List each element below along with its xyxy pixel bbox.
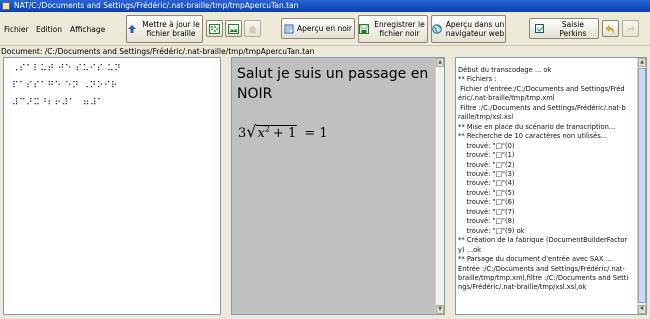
image-icon: [228, 23, 239, 34]
black-preview-text: Salut je suis un passage en NOIR: [237, 66, 429, 102]
braille-tool-button[interactable]: [206, 20, 223, 37]
log-line: trouvé: "□"(4): [458, 179, 515, 188]
perkins-checkbox[interactable]: [535, 24, 544, 33]
undo-button[interactable]: [602, 20, 619, 37]
preview-black-label: Aperçu en noir: [297, 24, 352, 33]
log-line: Entrée :/C:/Documents and Settings/Frédé…: [458, 264, 625, 273]
perkins-toggle[interactable]: Saisie Perkins: [529, 18, 599, 39]
log-line: trouvé: "□"(0): [458, 141, 515, 150]
formula-exponent: 2: [264, 124, 270, 134]
globe-icon: [432, 24, 442, 34]
update-braille-button[interactable]: Mettre à jour le fichier braille: [126, 15, 203, 43]
home-icon: [248, 25, 257, 33]
window-title: NAT/C:/Documents and Settings/Frédéric/.…: [14, 1, 299, 10]
log-pane[interactable]: Début du transcodage ... ok ** Fichiers :…: [455, 57, 647, 315]
save-icon: [359, 24, 369, 34]
log-line: trouvé: "□"(1): [458, 151, 515, 160]
preview-black-button[interactable]: Aperçu en noir: [281, 18, 355, 39]
log-line: Début du transcodage ... ok: [458, 66, 552, 74]
black-preview-pane[interactable]: Salut je suis un passage en NOIR 3√x2 + 1…: [231, 57, 445, 315]
braille-text[interactable]: ⠠⠎⠁⠇⠥⠞ ⠚⠑ ⠎⠥⠊⠎ ⠥⠝ ⠏⠁⠎⠎⠁⠛⠑ ⠑⠝ ⠠⠝⠕⠊⠗ ⠼⠉⠜⠭⠘…: [12, 64, 121, 109]
log-line: trouvé: "□"(8): [458, 217, 515, 226]
log-line: raille/tmp/xsl.xsl: [458, 113, 514, 122]
sqrt-radical-icon: √: [246, 122, 257, 141]
log-line: ** Parsage du document d'entrée avec SAX…: [458, 255, 612, 264]
formula-equals: = 1: [304, 126, 328, 141]
log-line: trouvé: "□"(9) ok: [458, 226, 525, 235]
scroll-down-arrow[interactable]: ▼: [638, 305, 646, 314]
braille-page-icon: [209, 23, 220, 34]
log-line: Filtre :/C:/Documents and Settings/Frédé…: [458, 103, 626, 112]
preview-browser-button[interactable]: Aperçu dans un navigateur web: [431, 15, 506, 43]
update-braille-label: Mettre à jour le fichier braille: [142, 20, 200, 38]
log-line: Fichier d'entrée:/C:/Documents and Setti…: [458, 84, 625, 93]
menu-fichier[interactable]: Fichier: [4, 25, 29, 34]
save-black-label: Enregistrer le fichier noir: [374, 20, 425, 38]
preview-icon: [284, 24, 294, 33]
formula-addend: + 1: [272, 126, 297, 141]
formula-radicand: x2 + 1: [256, 124, 298, 141]
math-formula: 3√x2 + 1 = 1: [238, 122, 328, 141]
arrow-up-icon: [128, 25, 136, 33]
save-black-button[interactable]: Enregistrer le fichier noir: [358, 15, 428, 43]
perkins-label: Saisie Perkins: [559, 19, 587, 38]
formula-variable: x: [257, 126, 265, 141]
braille-line: ⠠⠎⠁⠇⠥⠞ ⠚⠑ ⠎⠥⠊⠎ ⠥⠝: [12, 64, 122, 74]
log-line: ** Recherche de 10 caractères non utilis…: [458, 132, 608, 141]
black-preview-scrollbar[interactable]: ▲ ▼: [435, 58, 444, 314]
redo-icon: [627, 25, 635, 32]
scroll-down-arrow[interactable]: ▼: [436, 305, 444, 314]
redo-button[interactable]: [622, 20, 639, 37]
scroll-up-arrow[interactable]: ▲: [436, 58, 444, 67]
preview-browser-label: Aperçu dans un navigateur web: [445, 20, 505, 38]
log-line: éric/.nat-braille/tmp/tmp.xml: [458, 94, 555, 103]
log-line: trouvé: "□"(3): [458, 169, 515, 178]
log-scrollbar[interactable]: ▲ ▼: [637, 58, 646, 314]
scroll-thumb[interactable]: [638, 68, 646, 303]
app-icon: [2, 2, 10, 10]
log-line: ** Mise en place du scénario de transcri…: [458, 122, 616, 131]
log-line: ngs/Frédéric/.nat-braille/tmp/xsl.xsl,ok: [458, 283, 587, 292]
menu-edition[interactable]: Edition: [36, 25, 62, 34]
braille-line: ⠼⠉⠜⠭⠘⠆⠖⠼⠁⠀⠶⠼⠁: [12, 98, 105, 108]
image-tool-button[interactable]: [225, 20, 242, 37]
log-line: trouvé: "□"(6): [458, 198, 515, 207]
menu-affichage[interactable]: Affichage: [70, 25, 105, 34]
log-line: ** Fichiers :: [458, 75, 497, 84]
scroll-up-arrow[interactable]: ▲: [638, 58, 646, 67]
braille-line: ⠏⠁⠎⠎⠁⠛⠑ ⠑⠝ ⠠⠝⠕⠊⠗: [12, 81, 119, 91]
log-line: braille/tmp/tmp.xml,filtre :/C:/Document…: [458, 273, 629, 282]
toolbar: Fichier Edition Affichage Mettre à jour …: [0, 12, 650, 46]
braille-pane[interactable]: ⠠⠎⠁⠇⠥⠞ ⠚⠑ ⠎⠥⠊⠎ ⠥⠝ ⠏⠁⠎⠎⠁⠛⠑ ⠑⠝ ⠠⠝⠕⠊⠗ ⠼⠉⠜⠭⠘…: [3, 57, 221, 315]
log-line: trouvé: "□"(7): [458, 207, 515, 216]
log-line: y) ...ok: [458, 245, 482, 254]
disabled-tool-button[interactable]: [244, 20, 261, 37]
log-line: trouvé: "□"(2): [458, 160, 515, 169]
log-text: Début du transcodage ... ok ** Fichiers :…: [458, 66, 634, 293]
log-line: ** Création de la fabrique (DocumentBuil…: [458, 236, 628, 245]
window-title-bar: NAT/C:/Documents and Settings/Frédéric/.…: [0, 0, 650, 12]
log-line: trouvé: "□"(5): [458, 188, 515, 197]
undo-icon: [605, 24, 614, 33]
document-path: Document: /C:/Documents and Settings/Fré…: [1, 47, 315, 56]
